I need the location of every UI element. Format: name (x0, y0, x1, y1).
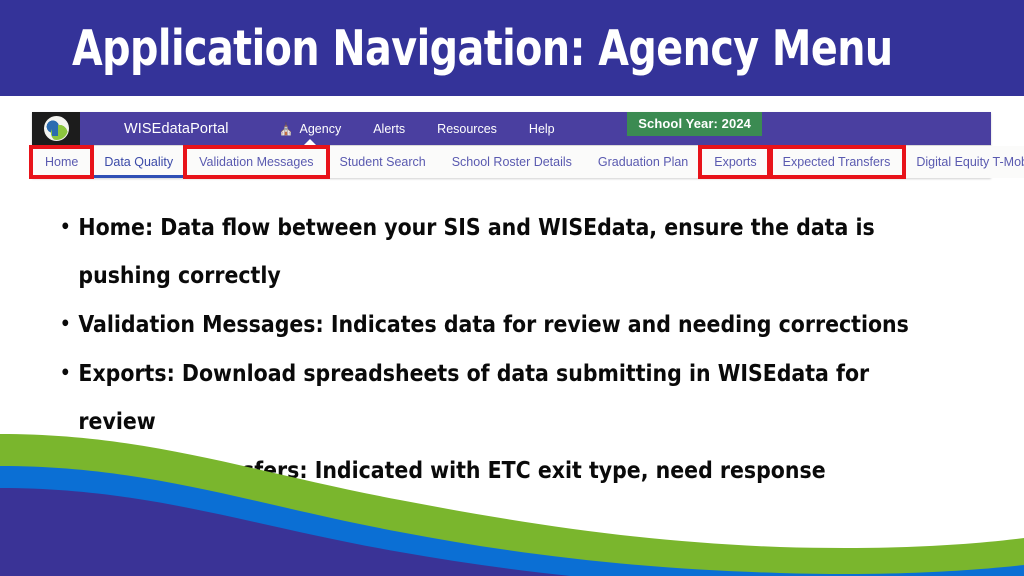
menu-item-alerts[interactable]: Alerts (357, 112, 421, 145)
menu-item-resources[interactable]: Resources (421, 112, 513, 145)
bullet-item-home: • Home: Data flow between your SIS and W… (60, 203, 972, 299)
tab-student-search[interactable]: Student Search (326, 146, 439, 178)
title-banner: Application Navigation: Agency Menu (0, 0, 1024, 96)
tab-digital-equity-hotspot[interactable]: Digital Equity T-Mobile Hotspot (903, 146, 1024, 178)
tab-digital-equity-hotspot-label: Digital Equity T-Mobile Hotspot (916, 155, 1024, 169)
bullet-text-validation-messages: Validation Messages: Indicates data for … (78, 310, 909, 338)
portal-top-bar: WISEdataPortal ⛪ Agency Alerts Resources… (32, 112, 991, 145)
portal-brand-label: WISEdataPortal (124, 120, 229, 137)
school-year-badge: School Year: 2024 (627, 112, 762, 136)
portal-tab-bar: Home Data Quality Validation Messages St… (32, 145, 1024, 178)
tab-data-quality[interactable]: Data Quality (91, 146, 187, 178)
decorative-wave-graphic (0, 434, 1024, 576)
bullet-item-validation-messages: • Validation Messages: Indicates data fo… (60, 300, 972, 348)
bullet-marker: • (60, 216, 71, 238)
tab-home-label: Home (45, 155, 79, 169)
menu-item-agency-label: Agency (299, 121, 342, 136)
tab-exports-label: Exports (714, 155, 757, 169)
tab-expected-transfers[interactable]: Expected Transfers (769, 146, 904, 178)
menu-item-help[interactable]: Help (513, 112, 571, 145)
tab-graduation-plan-label: Graduation Plan (597, 155, 689, 169)
menu-item-resources-label: Resources (437, 121, 497, 136)
menu-item-help-label: Help (528, 121, 555, 136)
portal-logo-cell (32, 112, 80, 145)
bullet-marker: • (60, 313, 71, 335)
tab-student-search-label: Student Search (339, 155, 426, 169)
tab-graduation-plan[interactable]: Graduation Plan (584, 146, 702, 178)
tab-validation-messages-label: Validation Messages (199, 155, 314, 169)
menu-item-alerts-label: Alerts (373, 121, 406, 136)
tab-expected-transfers-label: Expected Transfers (782, 155, 891, 169)
portal-menu: ⛪ Agency Alerts Resources Help (263, 112, 571, 145)
tab-validation-messages[interactable]: Validation Messages (186, 146, 327, 178)
home-icon: ⛪ (278, 121, 294, 136)
bullet-text-home: Home: Data flow between your SIS and WIS… (78, 213, 875, 289)
tab-home[interactable]: Home (32, 146, 92, 178)
tab-school-roster-details-label: School Roster Details (451, 155, 572, 169)
page-title: Application Navigation: Agency Menu (72, 20, 893, 77)
tab-school-roster-details[interactable]: School Roster Details (438, 146, 585, 178)
tab-exports[interactable]: Exports (701, 146, 770, 178)
bullet-marker: • (60, 362, 71, 384)
wisedata-portal-screenshot: WISEdataPortal ⛪ Agency Alerts Resources… (29, 112, 1024, 179)
menu-item-agency[interactable]: ⛪ Agency (263, 112, 358, 145)
wisconsin-dpi-globe-icon (43, 116, 69, 141)
tab-data-quality-label: Data Quality (104, 155, 174, 169)
slide-canvas: Application Navigation: Agency Menu WISE… (0, 0, 1024, 576)
